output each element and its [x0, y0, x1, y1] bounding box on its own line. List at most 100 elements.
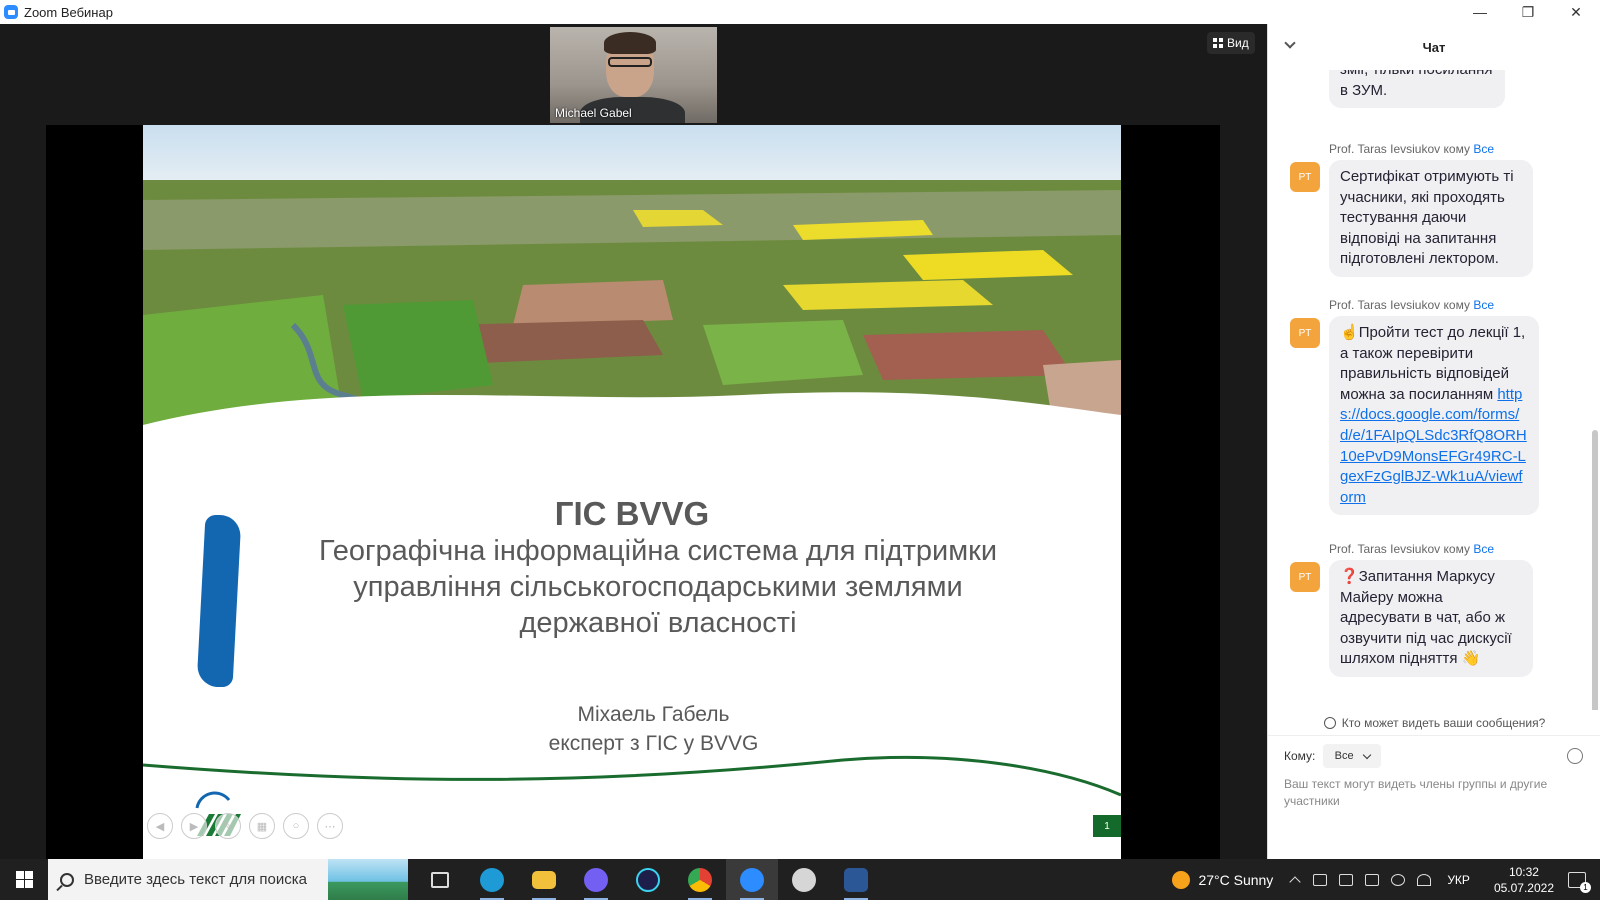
- search-placeholder: Введите здесь текст для поиска: [84, 871, 307, 888]
- taskbar-apps: [414, 859, 882, 900]
- test-form-link[interactable]: https://docs.google.com/forms/d/e/1FAIpQ…: [1340, 386, 1527, 506]
- meeting-icon[interactable]: [1313, 873, 1328, 886]
- battery-icon[interactable]: [1365, 873, 1380, 886]
- slide-controls: ◀ ▶ ✎ ▦ ○ ⋯: [147, 813, 343, 839]
- taskbar-file-explorer[interactable]: [518, 859, 570, 900]
- chat-bubble: ❓Запитання Маркусу Майеру можна адресува…: [1329, 560, 1533, 677]
- clock[interactable]: 10:32 05.07.2022: [1494, 864, 1554, 896]
- chat-input[interactable]: Ваш текст могут видеть члены группы и др…: [1284, 776, 1574, 810]
- clock-time: 10:32: [1508, 864, 1539, 879]
- restore-button[interactable]: ❐: [1504, 0, 1552, 24]
- word-icon: [844, 867, 868, 892]
- webex-icon: [636, 867, 660, 892]
- slides-grid-button[interactable]: ▦: [249, 813, 275, 839]
- volume-icon[interactable]: [1391, 873, 1406, 886]
- more-options-button[interactable]: ⋯: [317, 813, 343, 839]
- taskbar-edge[interactable]: [466, 859, 518, 900]
- slide-subtitle-line: Географічна інформаційна система для під…: [318, 535, 998, 567]
- chat-message-text: Сертифікат отримують ті учасники, які пр…: [1340, 168, 1514, 268]
- slide-title: ГІС BVVG: [554, 495, 710, 532]
- slide-author-name: Міхаель Габель: [577, 703, 730, 726]
- taskbar-chrome[interactable]: [674, 859, 726, 900]
- close-button[interactable]: ✕: [1552, 0, 1600, 24]
- chat-bubble: зміг, тільки посилання в ЗУМ.: [1329, 70, 1505, 109]
- notifications-icon[interactable]: 1: [1568, 871, 1591, 893]
- taskbar-webex[interactable]: [622, 859, 674, 900]
- grid-view-icon: [1213, 38, 1223, 48]
- sender-name: Prof. Taras Ievsiukov: [1329, 542, 1441, 556]
- recipient-link[interactable]: Все: [1473, 542, 1494, 556]
- presentation-slide: ГІС BVVG Географічна інформаційна систем…: [143, 125, 1121, 859]
- viber-icon: [584, 867, 608, 892]
- paint-palette-icon: [792, 867, 816, 892]
- participant-name: Michael Gabel: [555, 106, 632, 120]
- chat-messages[interactable]: зміг, тільки посилання в ЗУМ. Prof. Tara…: [1268, 70, 1600, 710]
- slide-subtitle: Географічна інформаційна система для під…: [263, 533, 1053, 641]
- sender-name: Prof. Taras Ievsiukov: [1329, 142, 1441, 156]
- who-can-see-link[interactable]: Кто может видеть ваши сообщения?: [1268, 710, 1600, 736]
- window-title: Zoom Вебинар: [24, 4, 113, 20]
- folder-icon: [532, 870, 556, 889]
- view-button-label: Вид: [1227, 36, 1249, 50]
- next-slide-button[interactable]: ▶: [181, 813, 207, 839]
- who-can-see-text: Кто может видеть ваши сообщения?: [1341, 715, 1546, 730]
- chat-message-text: Запитання Маркусу Майеру можна адресуват…: [1340, 568, 1512, 668]
- taskbar-word[interactable]: [830, 859, 882, 900]
- chat-bubble: ☝Пройти тест до лекції 1, а також переві…: [1329, 316, 1539, 516]
- waving-hand-emoji-icon: 👋: [1461, 650, 1481, 668]
- chat-scrollbar[interactable]: [1592, 430, 1598, 710]
- sender-avatar: PT: [1290, 162, 1320, 192]
- taskbar: Введите здесь текст для поиска 27°C Sunn…: [0, 859, 1600, 900]
- slide-subtitle-line: державної власності: [519, 607, 797, 639]
- chat-sender: Prof. Taras Ievsiukov кому Все: [1329, 298, 1494, 312]
- recipient-link[interactable]: Все: [1473, 142, 1494, 156]
- participant-hair: [604, 32, 656, 54]
- chat-sender: Prof. Taras Ievsiukov кому Все: [1329, 142, 1494, 156]
- pen-tool-button[interactable]: ✎: [215, 813, 241, 839]
- collapse-chevron-icon[interactable]: [1284, 37, 1296, 49]
- slide-subtitle-line: управління сільськогосподарськими землям…: [353, 571, 963, 603]
- taskbar-search[interactable]: Введите здесь текст для поиска: [48, 859, 408, 900]
- zoom-icon: [740, 867, 764, 892]
- recipient-row: Кому: Все: [1284, 744, 1382, 768]
- taskbar-zoom[interactable]: [726, 859, 778, 900]
- window-controls: — ❐ ✕: [1456, 0, 1600, 24]
- show-hidden-icons-icon[interactable]: [1289, 875, 1301, 888]
- slide-blue-accent: [196, 515, 242, 687]
- windows-logo-icon: [15, 871, 33, 888]
- chat-header: Чат: [1268, 24, 1600, 70]
- search-highlight-image: [328, 859, 408, 900]
- minimize-button[interactable]: —: [1456, 0, 1504, 24]
- view-button[interactable]: Вид: [1207, 32, 1255, 54]
- weather-sun-icon[interactable]: [1172, 870, 1191, 889]
- chat-sender: Prof. Taras Ievsiukov кому Все: [1329, 542, 1494, 556]
- taskbar-viber[interactable]: [570, 859, 622, 900]
- task-view-button[interactable]: [414, 859, 466, 900]
- previous-slide-button[interactable]: ◀: [147, 813, 173, 839]
- participant-video[interactable]: Michael Gabel: [550, 27, 717, 123]
- slide-page-number: 1: [1093, 815, 1121, 837]
- zoom-slide-button[interactable]: ○: [283, 813, 309, 839]
- sender-to-label: кому: [1443, 542, 1470, 556]
- emoji-icon[interactable]: [1567, 748, 1583, 764]
- wifi-icon[interactable]: [1417, 873, 1432, 886]
- sender-to-label: кому: [1443, 142, 1470, 156]
- recipient-dropdown[interactable]: Все: [1323, 744, 1382, 768]
- sender-name: Prof. Taras Ievsiukov: [1329, 298, 1441, 312]
- notification-count: 1: [1580, 881, 1591, 893]
- taskbar-paint[interactable]: [778, 859, 830, 900]
- zoom-app-icon: [4, 5, 18, 19]
- person-icon: [1323, 716, 1336, 729]
- chevron-down-icon: [1362, 750, 1372, 759]
- landscape-photo: [143, 125, 1121, 435]
- chrome-icon: [688, 867, 712, 892]
- shared-screen: ГІС BVVG Географічна інформаційна систем…: [46, 125, 1220, 859]
- chat-message-text: зміг, тільки посилання в ЗУМ.: [1340, 70, 1493, 99]
- recipient-link[interactable]: Все: [1473, 298, 1494, 312]
- chat-bubble: Сертифікат отримують ті учасники, які пр…: [1329, 160, 1533, 277]
- language-indicator[interactable]: УКР: [1447, 873, 1470, 887]
- weather-text[interactable]: 27°C Sunny: [1198, 872, 1273, 888]
- network-status-icon[interactable]: [1339, 873, 1354, 886]
- start-button[interactable]: [0, 859, 48, 900]
- system-tray: 27°C Sunny УКР 10:32 05.07.2022 1: [1172, 859, 1600, 900]
